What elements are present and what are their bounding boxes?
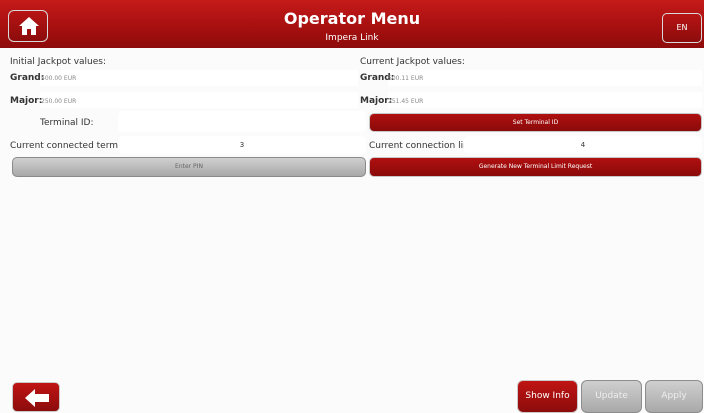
initial-jackpot-heading: Initial Jackpot values: [10,57,107,67]
show-info-button[interactable]: Show Info [517,380,578,413]
initial-major-field [40,92,358,108]
update-button[interactable]: Update [581,380,642,413]
initial-grand-value: 500.00 EUR [41,75,77,82]
current-grand-value: 500.11 EUR [388,75,424,82]
current-major-value: 251.45 EUR [388,98,424,105]
current-major-field [388,92,702,108]
arrow-left-icon [25,389,49,407]
current-grand-field [388,70,702,86]
apply-button[interactable]: Apply [645,380,703,413]
connection-limit-value: 4 [464,136,702,154]
page-subtitle: Impera Link [325,33,379,43]
page-title: Operator Menu [283,9,421,28]
terminal-id-label: Terminal ID: [40,118,94,128]
terminal-id-input[interactable] [118,111,366,132]
set-terminal-id-button[interactable]: Set Terminal ID [369,113,702,132]
initial-grand-label: Grand: [10,73,45,83]
initial-major-value: 250.00 EUR [41,98,77,105]
initial-major-label: Major: [10,96,43,106]
header-bar: Operator Menu Impera Link EN [0,0,704,48]
current-jackpot-heading: Current Jackpot values: [360,57,465,67]
language-button[interactable]: EN [662,13,702,43]
initial-grand-field [40,70,358,86]
enter-pin-button[interactable]: Enter PIN [12,157,366,177]
connected-terminals-value: 3 [118,136,366,154]
generate-terminal-limit-request-button[interactable]: Generate New Terminal Limit Request [369,157,702,177]
back-button[interactable] [12,382,60,412]
